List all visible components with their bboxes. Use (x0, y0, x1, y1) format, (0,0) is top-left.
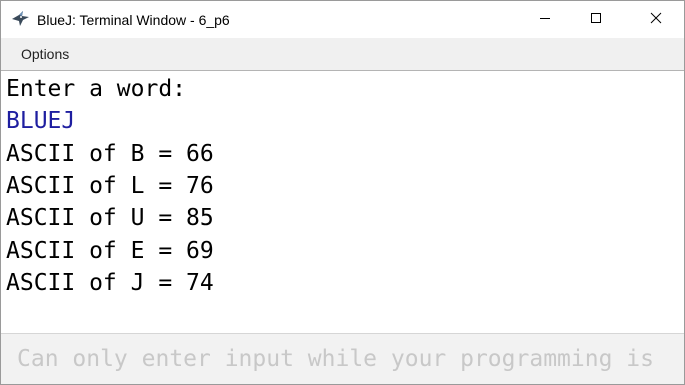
terminal-window: BlueJ: Terminal Window - 6_p6 Options En… (0, 0, 685, 385)
terminal-line: ASCII of B = 66 (6, 141, 214, 167)
title-bar[interactable]: BlueJ: Terminal Window - 6_p6 (1, 1, 684, 38)
menu-options[interactable]: Options (21, 46, 69, 62)
terminal-line: ASCII of E = 69 (6, 238, 214, 264)
terminal-input-echo: BLUEJ (6, 108, 76, 134)
menu-bar: Options (1, 38, 684, 71)
minimize-icon (539, 11, 551, 29)
terminal-line: ASCII of L = 76 (6, 173, 214, 199)
terminal-line: ASCII of U = 85 (6, 205, 214, 231)
window-title: BlueJ: Terminal Window - 6_p6 (37, 12, 230, 28)
bluej-bird-icon (11, 10, 31, 28)
terminal-input-field[interactable] (1, 334, 684, 384)
close-button[interactable] (633, 1, 679, 38)
close-icon (650, 11, 662, 29)
maximize-button[interactable] (573, 1, 619, 38)
minimize-button[interactable] (522, 1, 568, 38)
terminal-line: ASCII of J = 74 (6, 270, 214, 296)
terminal-output: Enter a word: BLUEJ ASCII of B = 66 ASCI… (1, 71, 684, 333)
terminal-line: Enter a word: (6, 76, 187, 102)
terminal-input-area (1, 333, 684, 384)
maximize-icon (590, 11, 602, 29)
